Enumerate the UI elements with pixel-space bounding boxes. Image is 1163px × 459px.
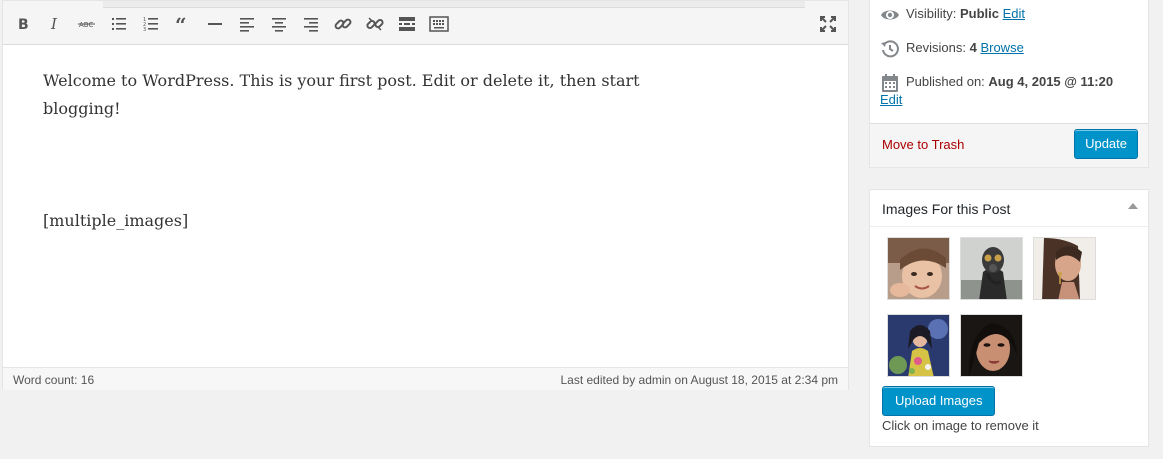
revisions-count: 4 bbox=[969, 40, 977, 55]
publish-misc: Visibility: Public Edit Revisions: 4 Bro… bbox=[870, 0, 1148, 123]
eye-icon bbox=[880, 5, 900, 25]
post-shortcode: [multiple_images] bbox=[43, 211, 189, 230]
editor-content[interactable]: Welcome to WordPress. This is your first… bbox=[43, 67, 643, 235]
move-to-trash-link[interactable]: Move to Trash bbox=[882, 137, 964, 152]
revisions-icon bbox=[880, 39, 900, 59]
image-thumbnail-woman-earring[interactable] bbox=[1033, 237, 1096, 300]
post-editor: B I ABC 123 “ Welcome to WordPress. This… bbox=[2, 0, 849, 390]
blockquote-icon[interactable]: “ bbox=[171, 12, 195, 36]
align-right-icon[interactable] bbox=[299, 12, 323, 36]
bold-icon[interactable]: B bbox=[11, 12, 35, 36]
visibility-label: Visibility: bbox=[906, 6, 957, 21]
bulleted-list-icon[interactable] bbox=[107, 12, 131, 36]
revisions-label: Revisions: bbox=[906, 40, 966, 55]
numbered-list-icon[interactable]: 123 bbox=[139, 12, 163, 36]
italic-icon[interactable]: I bbox=[43, 12, 67, 36]
published-edit-link[interactable]: Edit bbox=[880, 92, 902, 107]
fullscreen-icon[interactable] bbox=[816, 12, 840, 36]
remove-image-hint: Click on image to remove it bbox=[882, 418, 1039, 433]
toolbar-toggle-icon[interactable] bbox=[427, 12, 451, 36]
word-count: Word count: 16 bbox=[13, 373, 95, 387]
svg-text:“: “ bbox=[175, 16, 187, 32]
images-box-title: Images For this Post bbox=[882, 201, 1011, 217]
svg-text:3: 3 bbox=[143, 27, 146, 32]
visibility-value: Public bbox=[959, 6, 999, 21]
read-more-icon[interactable] bbox=[395, 12, 419, 36]
editor-tab-strip bbox=[103, 1, 805, 8]
align-center-icon[interactable] bbox=[267, 12, 291, 36]
revisions-browse-link[interactable]: Browse bbox=[980, 40, 1023, 55]
editor-toolbar: B I ABC 123 “ bbox=[3, 1, 848, 45]
strikethrough-icon[interactable]: ABC bbox=[75, 12, 99, 36]
images-for-post-box: Images For this Post Upload Images Click… bbox=[869, 189, 1149, 447]
calendar-icon bbox=[880, 73, 900, 93]
image-thumbnail-gasmask[interactable] bbox=[960, 237, 1023, 300]
published-label: Published on: bbox=[906, 74, 985, 89]
insert-link-icon[interactable] bbox=[331, 12, 355, 36]
last-edited: Last edited by admin on August 18, 2015 … bbox=[560, 373, 838, 387]
svg-text:B: B bbox=[18, 17, 29, 32]
image-thumbnail-child[interactable] bbox=[887, 237, 950, 300]
align-left-icon[interactable] bbox=[235, 12, 259, 36]
editor-statusbar: Word count: 16 Last edited by admin on A… bbox=[3, 367, 848, 390]
horizontal-line-icon[interactable] bbox=[203, 12, 227, 36]
svg-text:I: I bbox=[50, 16, 58, 32]
collapse-arrow-icon[interactable] bbox=[1128, 203, 1138, 209]
image-thumbnail-woman-flowers[interactable] bbox=[887, 314, 950, 377]
visibility-edit-link[interactable]: Edit bbox=[1003, 6, 1025, 21]
svg-text:ABC: ABC bbox=[79, 21, 93, 29]
publish-box: Visibility: Public Edit Revisions: 4 Bro… bbox=[869, 0, 1149, 168]
update-button[interactable]: Update bbox=[1074, 129, 1138, 159]
post-paragraph: Welcome to WordPress. This is your first… bbox=[43, 71, 640, 118]
publish-actions: Move to Trash Update bbox=[870, 123, 1148, 167]
remove-link-icon[interactable] bbox=[363, 12, 387, 36]
images-box-header[interactable]: Images For this Post bbox=[870, 190, 1148, 227]
image-thumbnail-woman-dark-hair[interactable] bbox=[960, 314, 1023, 377]
upload-images-button[interactable]: Upload Images bbox=[882, 386, 996, 416]
published-date: Aug 4, 2015 @ 11:20 bbox=[988, 74, 1114, 89]
